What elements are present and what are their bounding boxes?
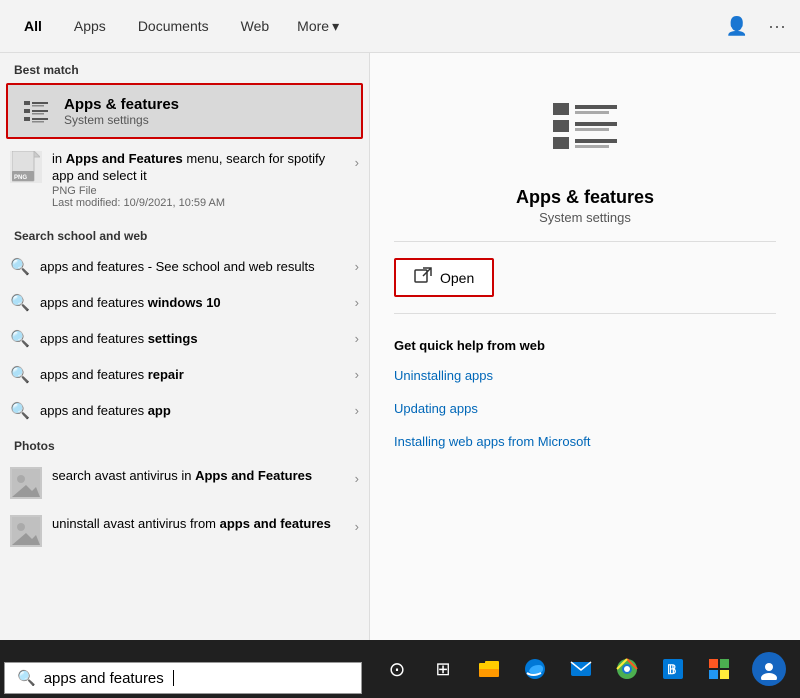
search-icon-3: 🔍 bbox=[10, 365, 30, 385]
open-label: Open bbox=[440, 270, 474, 286]
svg-text:𝔹: 𝔹 bbox=[667, 662, 677, 677]
quick-help-link-0[interactable]: Uninstalling apps bbox=[394, 365, 776, 386]
web-item-arrow-4: › bbox=[355, 403, 359, 418]
taskbar-profile-btn[interactable] bbox=[752, 652, 786, 686]
search-icon-1: 🔍 bbox=[10, 293, 30, 313]
search-text: apps and features bbox=[44, 670, 164, 687]
taskbar-search-btn[interactable]: ⊙ bbox=[376, 648, 418, 690]
photo-item-1[interactable]: uninstall avast antivirus from apps and … bbox=[0, 507, 369, 555]
best-match-item[interactable]: Apps & features System settings bbox=[6, 83, 363, 139]
taskbar-explorer-btn[interactable] bbox=[468, 648, 510, 690]
web-item-text-4: apps and features app bbox=[40, 403, 345, 418]
apps-features-icon bbox=[18, 93, 54, 129]
web-item-text-2: apps and features settings bbox=[40, 331, 345, 346]
photo-arrow-0: › bbox=[355, 467, 359, 486]
photo-thumb-0 bbox=[10, 467, 42, 499]
web-item-0[interactable]: 🔍 apps and features - See school and web… bbox=[0, 249, 369, 285]
open-button[interactable]: Open bbox=[394, 258, 494, 297]
file-result-item[interactable]: PNG in Apps and Features menu, search fo… bbox=[0, 143, 369, 217]
search-icon-4: 🔍 bbox=[10, 401, 30, 421]
divider-2 bbox=[394, 313, 776, 314]
open-icon bbox=[414, 267, 432, 288]
web-section-label: Search school and web bbox=[0, 219, 369, 249]
person-icon[interactable]: 👤 bbox=[722, 12, 752, 41]
search-icon-0: 🔍 bbox=[10, 257, 30, 277]
svg-text:PNG: PNG bbox=[14, 175, 27, 181]
tab-all[interactable]: All bbox=[10, 12, 56, 40]
app-subtitle: System settings bbox=[394, 210, 776, 225]
photos-section-label: Photos bbox=[0, 429, 369, 459]
web-item-1[interactable]: 🔍 apps and features windows 10 › bbox=[0, 285, 369, 321]
best-match-subtitle: System settings bbox=[64, 113, 179, 127]
photo-arrow-1: › bbox=[355, 515, 359, 534]
file-date: Last modified: 10/9/2021, 10:59 AM bbox=[52, 197, 345, 209]
best-match-title: Apps & features bbox=[64, 96, 179, 113]
search-bar[interactable]: 🔍 apps and features bbox=[4, 662, 362, 694]
web-item-4[interactable]: 🔍 apps and features app › bbox=[0, 393, 369, 429]
file-title: in Apps and Features menu, search for sp… bbox=[52, 151, 345, 185]
more-options-icon[interactable]: ··· bbox=[764, 12, 790, 41]
tab-more[interactable]: More ▾ bbox=[287, 12, 349, 41]
web-item-text-1: apps and features windows 10 bbox=[40, 295, 345, 310]
web-item-text-0: apps and features - See school and web r… bbox=[40, 259, 345, 274]
tab-apps[interactable]: Apps bbox=[60, 12, 120, 40]
web-item-arrow-1: › bbox=[355, 295, 359, 310]
photo-thumb-1 bbox=[10, 515, 42, 547]
quick-help-link-2[interactable]: Installing web apps from Microsoft bbox=[394, 431, 776, 452]
best-match-label: Best match bbox=[0, 53, 369, 83]
taskbar: 🔍 apps and features ⊙ ⊞ bbox=[0, 640, 800, 698]
photo-item-0[interactable]: search avast antivirus in Apps and Featu… bbox=[0, 459, 369, 507]
apps-features-large-icon bbox=[549, 93, 621, 165]
file-type: PNG File bbox=[52, 185, 345, 197]
top-nav: All Apps Documents Web More ▾ 👤 ··· bbox=[0, 0, 800, 53]
png-file-icon: PNG bbox=[10, 151, 42, 183]
taskbar-chrome-btn[interactable] bbox=[606, 648, 648, 690]
taskbar-tile-btn[interactable] bbox=[698, 648, 740, 690]
taskbar-edge-btn[interactable] bbox=[514, 648, 556, 690]
web-item-3[interactable]: 🔍 apps and features repair › bbox=[0, 357, 369, 393]
web-item-arrow-3: › bbox=[355, 367, 359, 382]
detail-icon-area bbox=[394, 73, 776, 175]
taskbar-taskview-btn[interactable]: ⊞ bbox=[422, 648, 464, 690]
taskbar-search-icon: 🔍 bbox=[17, 669, 36, 687]
search-icon-2: 🔍 bbox=[10, 329, 30, 349]
taskbar-mail-btn[interactable] bbox=[560, 648, 602, 690]
web-item-arrow-2: › bbox=[355, 331, 359, 346]
web-item-2[interactable]: 🔍 apps and features settings › bbox=[0, 321, 369, 357]
quick-help-title: Get quick help from web bbox=[394, 338, 776, 353]
file-info: in Apps and Features menu, search for sp… bbox=[52, 151, 345, 209]
chevron-down-icon: ▾ bbox=[332, 18, 339, 35]
divider-1 bbox=[394, 241, 776, 242]
main-content: Best match Apps & features System s bbox=[0, 53, 800, 640]
best-match-text: Apps & features System settings bbox=[64, 96, 179, 127]
photo-text-1: uninstall avast antivirus from apps and … bbox=[52, 515, 345, 533]
tab-documents[interactable]: Documents bbox=[124, 12, 223, 40]
tab-web[interactable]: Web bbox=[227, 12, 284, 40]
photo-text-0: search avast antivirus in Apps and Featu… bbox=[52, 467, 345, 485]
search-cursor bbox=[173, 670, 174, 686]
file-result-arrow: › bbox=[355, 151, 359, 170]
app-title: Apps & features bbox=[394, 187, 776, 208]
web-item-arrow-0: › bbox=[355, 259, 359, 274]
quick-help-link-1[interactable]: Updating apps bbox=[394, 398, 776, 419]
right-panel: Apps & features System settings Open Get… bbox=[370, 53, 800, 640]
web-item-text-3: apps and features repair bbox=[40, 367, 345, 382]
left-panel: Best match Apps & features System s bbox=[0, 53, 370, 640]
nav-icons: 👤 ··· bbox=[722, 12, 790, 41]
detail-title-area: Apps & features System settings bbox=[394, 187, 776, 225]
taskbar-store-btn[interactable]: 𝔹 bbox=[652, 648, 694, 690]
